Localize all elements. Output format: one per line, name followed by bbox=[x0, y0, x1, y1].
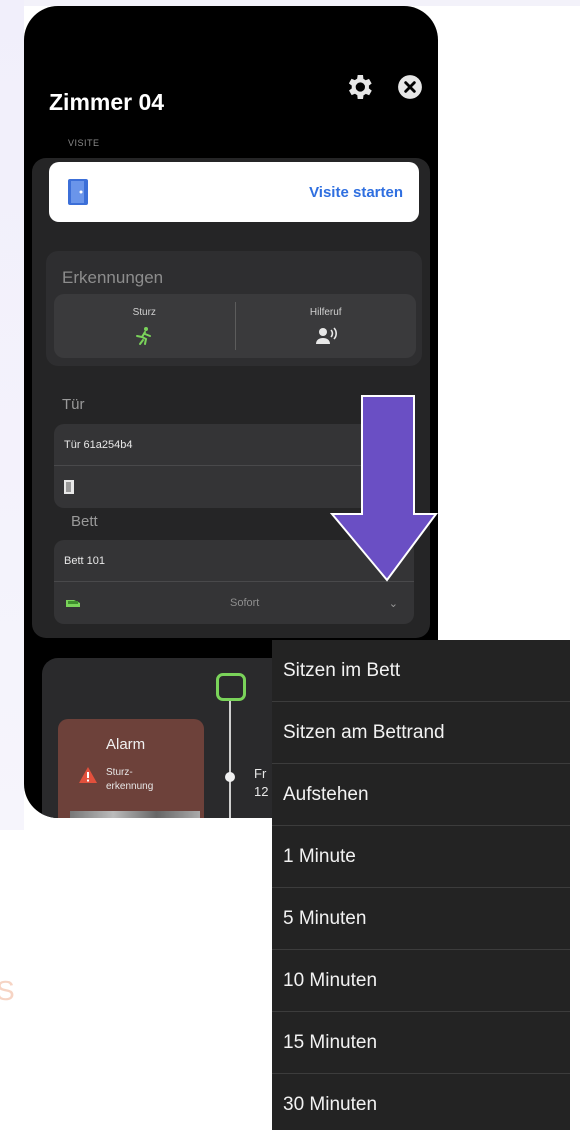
page-title: Zimmer 04 bbox=[49, 89, 165, 115]
dropdown-option[interactable]: 5 Minuten bbox=[272, 888, 570, 950]
timeline-date-label: Fr bbox=[254, 766, 267, 781]
settings-button[interactable] bbox=[342, 70, 376, 104]
bed-device-name: Bett 101 bbox=[64, 554, 105, 567]
gear-icon bbox=[348, 75, 372, 99]
alarm-description-line: erkennung bbox=[106, 781, 154, 792]
door-section-label: Tür bbox=[62, 396, 85, 413]
chevron-down-icon: ⌄ bbox=[388, 597, 398, 610]
visite-card[interactable]: Visite starten bbox=[49, 162, 419, 222]
dropdown-option[interactable]: 30 Minuten bbox=[272, 1074, 570, 1130]
dropdown-option[interactable]: 10 Minuten bbox=[272, 950, 570, 1012]
alarm-title: Alarm bbox=[106, 736, 146, 753]
help-call-icon bbox=[315, 326, 337, 344]
dropdown-option[interactable]: Sitzen am Bettrand bbox=[272, 702, 570, 764]
start-visit-button[interactable]: Visite starten bbox=[309, 184, 403, 201]
detection-label: Sturz bbox=[132, 306, 156, 318]
alarm-thumbnail[interactable] bbox=[70, 811, 200, 818]
timeline-line bbox=[229, 696, 231, 818]
bed-trigger-value: Sofort bbox=[230, 597, 260, 609]
warning-icon bbox=[79, 767, 97, 783]
detection-fall[interactable]: Sturz bbox=[54, 294, 235, 358]
door-icon bbox=[68, 179, 88, 205]
trigger-options-dropdown: Sitzen im Bett Sitzen am Bettrand Aufste… bbox=[272, 640, 570, 1130]
background-letter: S bbox=[0, 975, 15, 1006]
alarm-description: Sturz- erkennung bbox=[106, 766, 153, 794]
detections-list: Sturz Hilferuf bbox=[54, 294, 416, 358]
door-icon bbox=[64, 480, 74, 494]
door-device-name: Tür 61a254b4 bbox=[64, 438, 133, 451]
dropdown-option[interactable]: 1 Minute bbox=[272, 826, 570, 888]
bed-icon bbox=[66, 600, 80, 607]
detection-label: Hilferuf bbox=[309, 306, 342, 318]
dropdown-option[interactable]: 15 Minuten bbox=[272, 1012, 570, 1074]
bed-trigger-select[interactable]: Sofort ⌄ bbox=[54, 582, 414, 624]
timeline-time-label: 12 bbox=[254, 784, 269, 799]
arrow-down-icon bbox=[329, 395, 438, 582]
detections-title: Erkennungen bbox=[62, 268, 164, 287]
alarm-description-line: Sturz- bbox=[106, 767, 133, 778]
close-button[interactable] bbox=[395, 72, 425, 102]
close-icon bbox=[398, 75, 422, 99]
detection-help-call[interactable]: Hilferuf bbox=[236, 294, 417, 358]
bed-section-label: Bett bbox=[71, 513, 98, 530]
timeline-node[interactable] bbox=[216, 673, 246, 701]
dropdown-option[interactable]: Sitzen im Bett bbox=[272, 640, 570, 702]
dropdown-option[interactable]: Aufstehen bbox=[272, 764, 570, 826]
section-caption: VISITE bbox=[68, 138, 100, 148]
timeline-dot bbox=[225, 772, 235, 782]
fall-icon bbox=[136, 326, 152, 345]
background-strip bbox=[0, 0, 24, 830]
